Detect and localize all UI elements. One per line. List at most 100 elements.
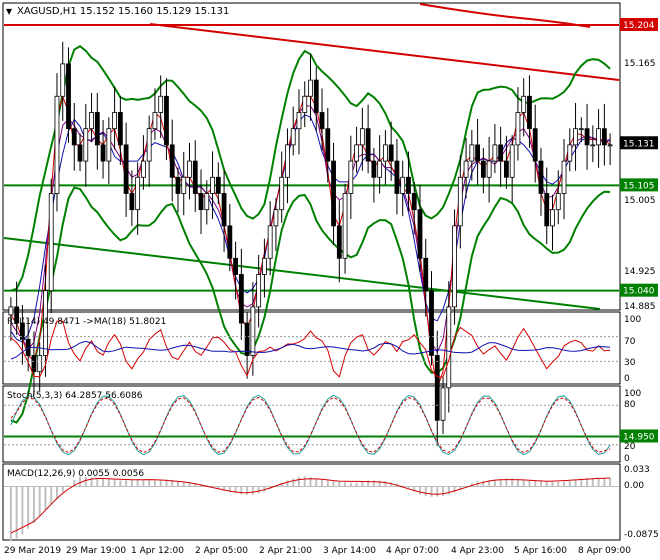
candle-body (164, 95, 169, 146)
candle-body (169, 144, 175, 178)
candle-body (152, 112, 158, 130)
candle-body (37, 355, 43, 373)
candle-body (100, 144, 106, 162)
candle-body (204, 193, 210, 211)
time-tick: 4 Apr 23:00 (451, 546, 504, 556)
candle-body (561, 160, 567, 194)
candle-body (238, 274, 244, 324)
time-tick: 29 Mar 19:00 (66, 546, 126, 556)
candle-body (400, 176, 406, 194)
price-label: 15.105 (623, 181, 655, 191)
candle-body (273, 209, 279, 227)
candle-body (302, 95, 308, 113)
candle-body (573, 128, 578, 146)
candle-body (521, 95, 527, 113)
candle-body (279, 176, 285, 211)
candle-body (60, 63, 66, 97)
candle-body (198, 193, 204, 211)
candle-body (325, 128, 331, 162)
price-label: 15.040 (623, 287, 655, 297)
candle-body (123, 144, 129, 194)
candle-body (475, 144, 480, 162)
candle-body (106, 128, 112, 162)
candle-body (371, 160, 377, 178)
candle-body (440, 387, 446, 421)
candle-body (365, 128, 371, 162)
candle-body (336, 225, 342, 259)
candle-body (498, 144, 504, 162)
candle-body (221, 193, 227, 227)
candle-body (504, 160, 509, 178)
candle-body (256, 274, 262, 308)
candle-body (411, 193, 417, 211)
candle-body (342, 193, 348, 259)
candle-body (71, 128, 77, 146)
title-arrow-icon[interactable]: ▼ (6, 7, 13, 16)
candle-body (452, 225, 457, 308)
candle-body (233, 257, 238, 275)
candle-body (215, 176, 221, 194)
candle-body (492, 144, 498, 162)
candle-body (285, 144, 290, 178)
candle-body (354, 144, 359, 162)
time-tick: 1 Apr 12:00 (131, 546, 184, 556)
time-tick: 29 Mar 2019 (4, 546, 61, 556)
macd-title: MACD(12,26,9) 0.0055 0.0056 (7, 469, 144, 479)
price-tick: 14.925 (624, 267, 656, 277)
candle-body (359, 128, 365, 146)
candle-body (83, 128, 89, 162)
candle-body (89, 112, 94, 130)
main-title: XAGUSD,H1 15.152 15.160 15.129 15.131 (17, 6, 229, 17)
candle-body (550, 209, 555, 227)
candle-body (480, 160, 486, 178)
candle-body (423, 257, 429, 292)
candle-body (181, 176, 187, 194)
rsi-title: RSI(14) 49.8471 ->MA(18) 51.8021 (7, 317, 166, 327)
candle-body (331, 160, 336, 227)
price-tick: 14.885 (624, 302, 656, 312)
rsi-tick: 70 (624, 337, 636, 347)
candle-body (250, 306, 256, 356)
time-tick: 5 Apr 16:00 (514, 546, 567, 556)
candle-body (135, 176, 141, 211)
candle-body (187, 160, 192, 178)
candle-body (210, 176, 215, 194)
time-tick: 3 Apr 14:00 (323, 546, 376, 556)
candle-body (308, 79, 313, 97)
stoch-tick: 80 (624, 400, 636, 410)
candle-body (515, 112, 521, 146)
stoch-tick: 100 (624, 389, 641, 399)
candle-body (77, 144, 83, 162)
candle-body (607, 144, 613, 147)
candle-body (544, 193, 550, 227)
candle-body (192, 160, 198, 194)
candle-body (262, 257, 267, 275)
rsi-tick: 30 (624, 358, 636, 368)
candle-body (48, 193, 54, 292)
candle-body (486, 160, 492, 178)
candle-body (8, 306, 14, 316)
candle-body (538, 160, 544, 194)
candle-body (469, 144, 475, 162)
candle-body (227, 225, 233, 259)
price-label: 15.131 (623, 139, 655, 149)
candle-body (146, 128, 152, 162)
candle-body (31, 355, 37, 373)
candle-body (417, 209, 423, 259)
candle-body (406, 176, 411, 194)
trading-chart[interactable]: 15.204 15.131 15.105 15.040 14.950 ▼ XAGUSD,… (0, 0, 660, 560)
candle-body (394, 160, 400, 194)
candle-body (584, 128, 590, 146)
rsi-tick: 0 (624, 374, 630, 384)
candle-body (267, 225, 273, 259)
stoch-title: Stoch(5,3,3) 64.2857 56.6086 (7, 391, 143, 401)
candle-body (319, 112, 325, 130)
candle-body (429, 290, 434, 356)
macd-tick: 0.00 (624, 481, 644, 491)
macd-tick: -0.0875 (624, 530, 659, 540)
candle-body (175, 176, 181, 194)
time-tick: 8 Apr 09:00 (578, 546, 631, 556)
time-tick: 2 Apr 21:00 (259, 546, 312, 556)
price-tick: 15.005 (624, 196, 656, 206)
candle-body (117, 112, 123, 146)
